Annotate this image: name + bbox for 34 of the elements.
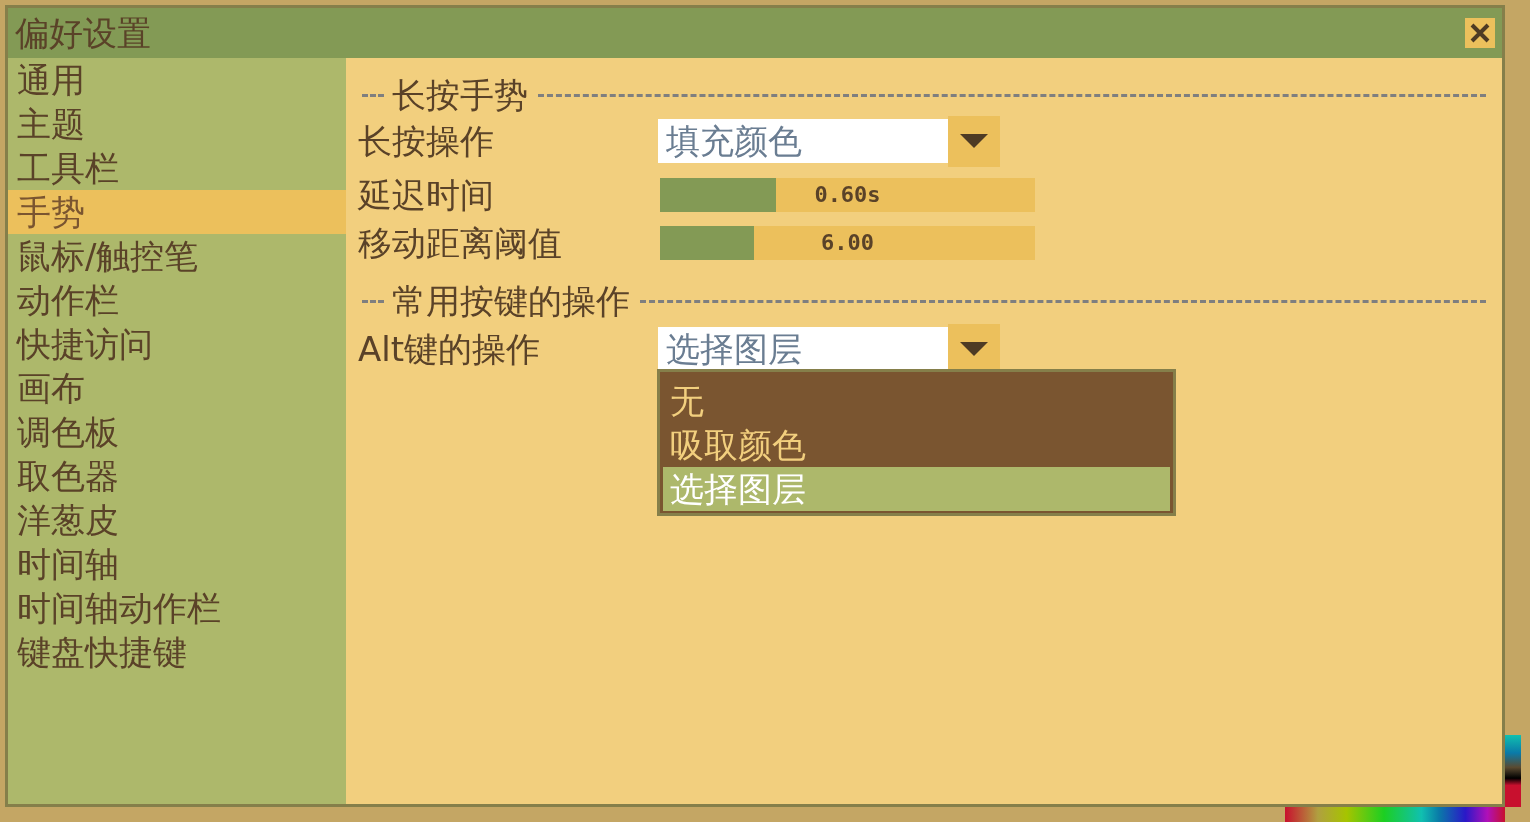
slider-track[interactable]: 0.60s <box>660 178 1035 212</box>
sidebar-item[interactable]: 主题 <box>8 102 346 146</box>
sidebar-item[interactable]: 键盘快捷键 <box>8 630 346 674</box>
section-title: 常用按键的操作 <box>392 284 630 318</box>
dropdown-button[interactable] <box>948 115 1000 167</box>
dropdown-option[interactable]: 无 <box>663 379 1170 423</box>
dropdown-option[interactable]: 吸取颜色 <box>663 423 1170 467</box>
window-title: 偏好设置 <box>15 16 151 50</box>
sidebar-item[interactable]: 手势 <box>8 190 346 234</box>
sidebar-item[interactable]: 画布 <box>8 366 346 410</box>
sidebar-item[interactable]: 工具栏 <box>8 146 346 190</box>
sidebar-item[interactable]: 通用 <box>8 58 346 102</box>
setting-label: 长按操作 <box>358 124 495 158</box>
dropdown-field[interactable]: 选择图层 <box>658 327 948 371</box>
sidebar-item[interactable]: 快捷访问 <box>8 322 346 366</box>
sidebar-item[interactable]: 洋葱皮 <box>8 498 346 542</box>
section-title: 长按手势 <box>392 78 528 112</box>
setting-label: Alt键的操作 <box>358 332 542 366</box>
sidebar-item[interactable]: 取色器 <box>8 454 346 498</box>
slider-value: 0.60s <box>814 184 881 206</box>
close-button[interactable] <box>1465 18 1495 48</box>
slider-value: 6.00 <box>821 232 874 254</box>
sidebar-item[interactable]: 时间轴 <box>8 542 346 586</box>
close-icon <box>1469 22 1491 44</box>
caret-down-icon <box>960 134 988 148</box>
sidebar-item[interactable]: 调色板 <box>8 410 346 454</box>
caret-down-icon <box>960 342 988 356</box>
sidebar-item[interactable]: 动作栏 <box>8 278 346 322</box>
setting-label: 延迟时间 <box>358 178 495 212</box>
setting-label: 移动距离阈值 <box>358 226 563 260</box>
sidebar-item[interactable]: 鼠标/触控笔 <box>8 234 346 278</box>
sidebar-item[interactable]: 时间轴动作栏 <box>8 586 346 630</box>
dropdown-field[interactable]: 填充颜色 <box>658 119 948 163</box>
slider-track[interactable]: 6.00 <box>660 226 1035 260</box>
